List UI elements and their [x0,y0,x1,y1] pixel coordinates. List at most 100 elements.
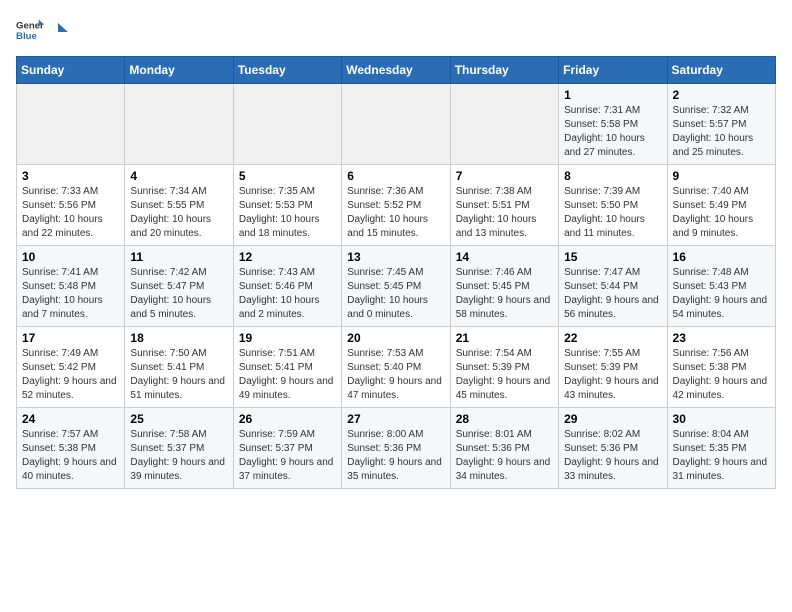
calendar-cell: 17 Sunrise: 7:49 AMSunset: 5:42 PMDayligh… [17,327,125,408]
calendar-cell [233,84,341,165]
calendar-cell [17,84,125,165]
day-number: 11 [130,250,227,264]
day-number: 27 [347,412,444,426]
calendar-cell: 21 Sunrise: 7:54 AMSunset: 5:39 PMDayligh… [450,327,558,408]
day-number: 22 [564,331,661,345]
calendar-header: SundayMondayTuesdayWednesdayThursdayFrid… [17,57,776,84]
day-number: 6 [347,169,444,183]
day-info: Sunrise: 7:57 AMSunset: 5:38 PMDaylight:… [22,428,119,484]
day-info: Sunrise: 7:38 AMSunset: 5:51 PMDaylight:… [456,185,553,241]
weekday-header-wednesday: Wednesday [342,57,450,84]
week-row-1: 1 Sunrise: 7:31 AMSunset: 5:58 PMDaylight… [17,84,776,165]
calendar-cell: 25 Sunrise: 7:58 AMSunset: 5:37 PMDayligh… [125,408,233,489]
day-info: Sunrise: 8:02 AMSunset: 5:36 PMDaylight:… [564,428,661,484]
calendar-cell: 28 Sunrise: 8:01 AMSunset: 5:36 PMDayligh… [450,408,558,489]
day-number: 1 [564,88,661,102]
calendar-cell: 30 Sunrise: 8:04 AMSunset: 5:35 PMDayligh… [667,408,775,489]
day-info: Sunrise: 7:51 AMSunset: 5:41 PMDaylight:… [239,347,336,403]
day-info: Sunrise: 7:36 AMSunset: 5:52 PMDaylight:… [347,185,444,241]
calendar-body: 1 Sunrise: 7:31 AMSunset: 5:58 PMDaylight… [17,84,776,489]
day-number: 26 [239,412,336,426]
day-info: Sunrise: 7:41 AMSunset: 5:48 PMDaylight:… [22,266,119,322]
weekday-header-monday: Monday [125,57,233,84]
calendar-cell [342,84,450,165]
calendar-cell: 1 Sunrise: 7:31 AMSunset: 5:58 PMDaylight… [559,84,667,165]
day-number: 18 [130,331,227,345]
day-number: 3 [22,169,119,183]
day-info: Sunrise: 7:49 AMSunset: 5:42 PMDaylight:… [22,347,119,403]
day-number: 17 [22,331,119,345]
day-info: Sunrise: 7:46 AMSunset: 5:45 PMDaylight:… [456,266,553,322]
calendar-cell [125,84,233,165]
day-info: Sunrise: 7:32 AMSunset: 5:57 PMDaylight:… [673,104,770,160]
day-info: Sunrise: 7:39 AMSunset: 5:50 PMDaylight:… [564,185,661,241]
day-info: Sunrise: 7:58 AMSunset: 5:37 PMDaylight:… [130,428,227,484]
day-info: Sunrise: 7:45 AMSunset: 5:45 PMDaylight:… [347,266,444,322]
calendar-cell: 20Sunrise: 7:53 AMSunset: 5:40 PMDayligh… [342,327,450,408]
day-number: 7 [456,169,553,183]
day-info: Sunrise: 7:33 AMSunset: 5:56 PMDaylight:… [22,185,119,241]
week-row-5: 24 Sunrise: 7:57 AMSunset: 5:38 PMDayligh… [17,408,776,489]
calendar-cell: 15 Sunrise: 7:47 AMSunset: 5:44 PMDayligh… [559,246,667,327]
day-number: 5 [239,169,336,183]
calendar-cell: 7 Sunrise: 7:38 AMSunset: 5:51 PMDaylight… [450,165,558,246]
calendar-cell: 12 Sunrise: 7:43 AMSunset: 5:46 PMDayligh… [233,246,341,327]
day-info: Sunrise: 8:01 AMSunset: 5:36 PMDaylight:… [456,428,553,484]
calendar-cell: 10 Sunrise: 7:41 AMSunset: 5:48 PMDayligh… [17,246,125,327]
weekday-header-tuesday: Tuesday [233,57,341,84]
day-info: Sunrise: 7:48 AMSunset: 5:43 PMDaylight:… [673,266,770,322]
day-number: 10 [22,250,119,264]
calendar-cell: 29 Sunrise: 8:02 AMSunset: 5:36 PMDayligh… [559,408,667,489]
weekday-header-friday: Friday [559,57,667,84]
day-number: 8 [564,169,661,183]
day-number: 9 [673,169,770,183]
page-header: General Blue [16,16,776,44]
day-info: Sunrise: 7:56 AMSunset: 5:38 PMDaylight:… [673,347,770,403]
weekday-header-sunday: Sunday [17,57,125,84]
calendar-cell: 9 Sunrise: 7:40 AMSunset: 5:49 PMDaylight… [667,165,775,246]
calendar-cell: 8 Sunrise: 7:39 AMSunset: 5:50 PMDaylight… [559,165,667,246]
day-info: Sunrise: 7:53 AMSunset: 5:40 PMDaylight:… [347,347,444,403]
day-number: 13 [347,250,444,264]
day-number: 2 [673,88,770,102]
calendar-table: SundayMondayTuesdayWednesdayThursdayFrid… [16,56,776,489]
day-number: 29 [564,412,661,426]
logo-triangle-icon [48,21,70,43]
calendar-cell: 24 Sunrise: 7:57 AMSunset: 5:38 PMDayligh… [17,408,125,489]
day-number: 25 [130,412,227,426]
calendar-cell [450,84,558,165]
calendar-cell: 13 Sunrise: 7:45 AMSunset: 5:45 PMDayligh… [342,246,450,327]
day-info: Sunrise: 7:34 AMSunset: 5:55 PMDaylight:… [130,185,227,241]
calendar-cell: 3 Sunrise: 7:33 AMSunset: 5:56 PMDaylight… [17,165,125,246]
day-info: Sunrise: 8:00 AMSunset: 5:36 PMDaylight:… [347,428,444,484]
day-number: 15 [564,250,661,264]
day-number: 28 [456,412,553,426]
day-info: Sunrise: 7:42 AMSunset: 5:47 PMDaylight:… [130,266,227,322]
day-number: 14 [456,250,553,264]
weekday-header-row: SundayMondayTuesdayWednesdayThursdayFrid… [17,57,776,84]
day-info: Sunrise: 7:43 AMSunset: 5:46 PMDaylight:… [239,266,336,322]
day-info: Sunrise: 8:04 AMSunset: 5:35 PMDaylight:… [673,428,770,484]
calendar-cell: 18Sunrise: 7:50 AMSunset: 5:41 PMDayligh… [125,327,233,408]
day-info: Sunrise: 7:54 AMSunset: 5:39 PMDaylight:… [456,347,553,403]
calendar-cell: 5 Sunrise: 7:35 AMSunset: 5:53 PMDaylight… [233,165,341,246]
day-number: 4 [130,169,227,183]
day-number: 24 [22,412,119,426]
logo-icon: General Blue [16,16,44,44]
day-number: 30 [673,412,770,426]
day-info: Sunrise: 7:55 AMSunset: 5:39 PMDaylight:… [564,347,661,403]
day-info: Sunrise: 7:47 AMSunset: 5:44 PMDaylight:… [564,266,661,322]
day-number: 21 [456,331,553,345]
week-row-3: 10 Sunrise: 7:41 AMSunset: 5:48 PMDayligh… [17,246,776,327]
calendar-cell: 14 Sunrise: 7:46 AMSunset: 5:45 PMDayligh… [450,246,558,327]
calendar-cell: 23Sunrise: 7:56 AMSunset: 5:38 PMDayligh… [667,327,775,408]
day-number: 12 [239,250,336,264]
week-row-2: 3 Sunrise: 7:33 AMSunset: 5:56 PMDaylight… [17,165,776,246]
week-row-4: 17 Sunrise: 7:49 AMSunset: 5:42 PMDayligh… [17,327,776,408]
day-info: Sunrise: 7:40 AMSunset: 5:49 PMDaylight:… [673,185,770,241]
calendar-cell: 6 Sunrise: 7:36 AMSunset: 5:52 PMDaylight… [342,165,450,246]
day-info: Sunrise: 7:31 AMSunset: 5:58 PMDaylight:… [564,104,661,160]
day-number: 16 [673,250,770,264]
day-info: Sunrise: 7:35 AMSunset: 5:53 PMDaylight:… [239,185,336,241]
calendar-cell: 2 Sunrise: 7:32 AMSunset: 5:57 PMDaylight… [667,84,775,165]
